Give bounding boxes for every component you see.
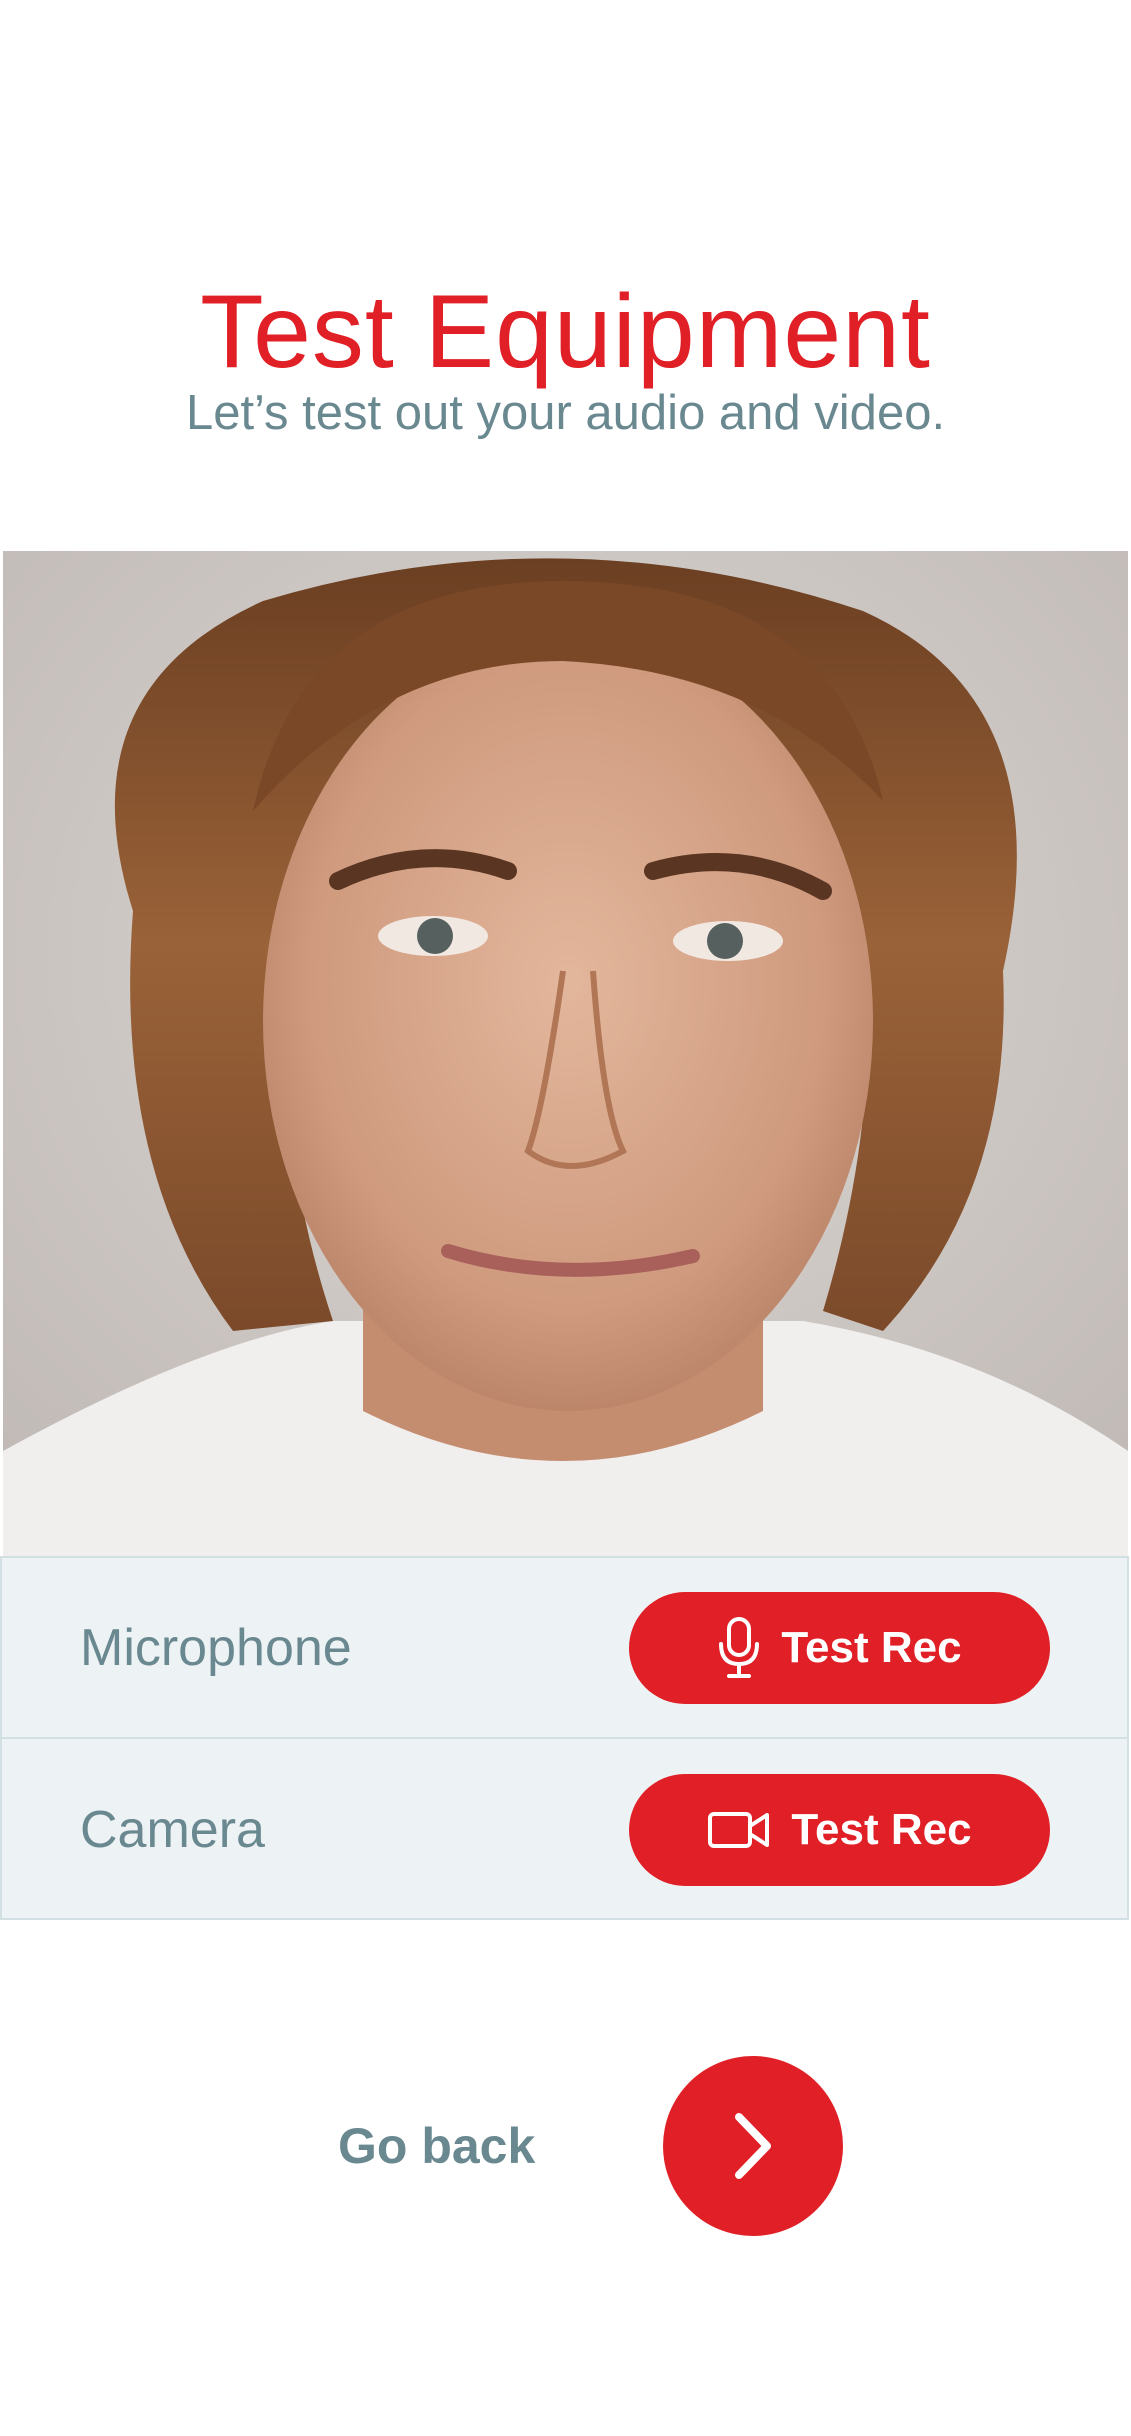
page-title: Test Equipment bbox=[200, 273, 931, 390]
test-camera-button[interactable]: Test Rec bbox=[629, 1773, 1050, 1886]
next-button[interactable] bbox=[663, 2056, 843, 2236]
test-microphone-button[interactable]: Test Rec bbox=[629, 1591, 1050, 1704]
camera-label: Camera bbox=[80, 1800, 265, 1859]
camera-preview-image bbox=[3, 551, 1128, 1556]
go-back-button[interactable]: Go back bbox=[338, 2117, 535, 2175]
page-subtitle: Let’s test out your audio and video. bbox=[185, 386, 946, 440]
video-camera-icon bbox=[707, 1810, 771, 1850]
test-microphone-label: Test Rec bbox=[781, 1622, 962, 1672]
camera-preview bbox=[3, 551, 1128, 1556]
footer-nav: Go back bbox=[0, 2056, 1131, 2236]
camera-row: Camera Test Rec bbox=[2, 1739, 1127, 1920]
microphone-icon bbox=[717, 1616, 761, 1680]
microphone-label: Microphone bbox=[80, 1618, 352, 1677]
device-test-panel: Microphone Test Rec Camera Test Rec bbox=[0, 1556, 1129, 1920]
test-camera-label: Test Rec bbox=[791, 1804, 972, 1854]
chevron-right-icon bbox=[735, 2113, 771, 2179]
microphone-row: Microphone Test Rec bbox=[2, 1558, 1127, 1739]
